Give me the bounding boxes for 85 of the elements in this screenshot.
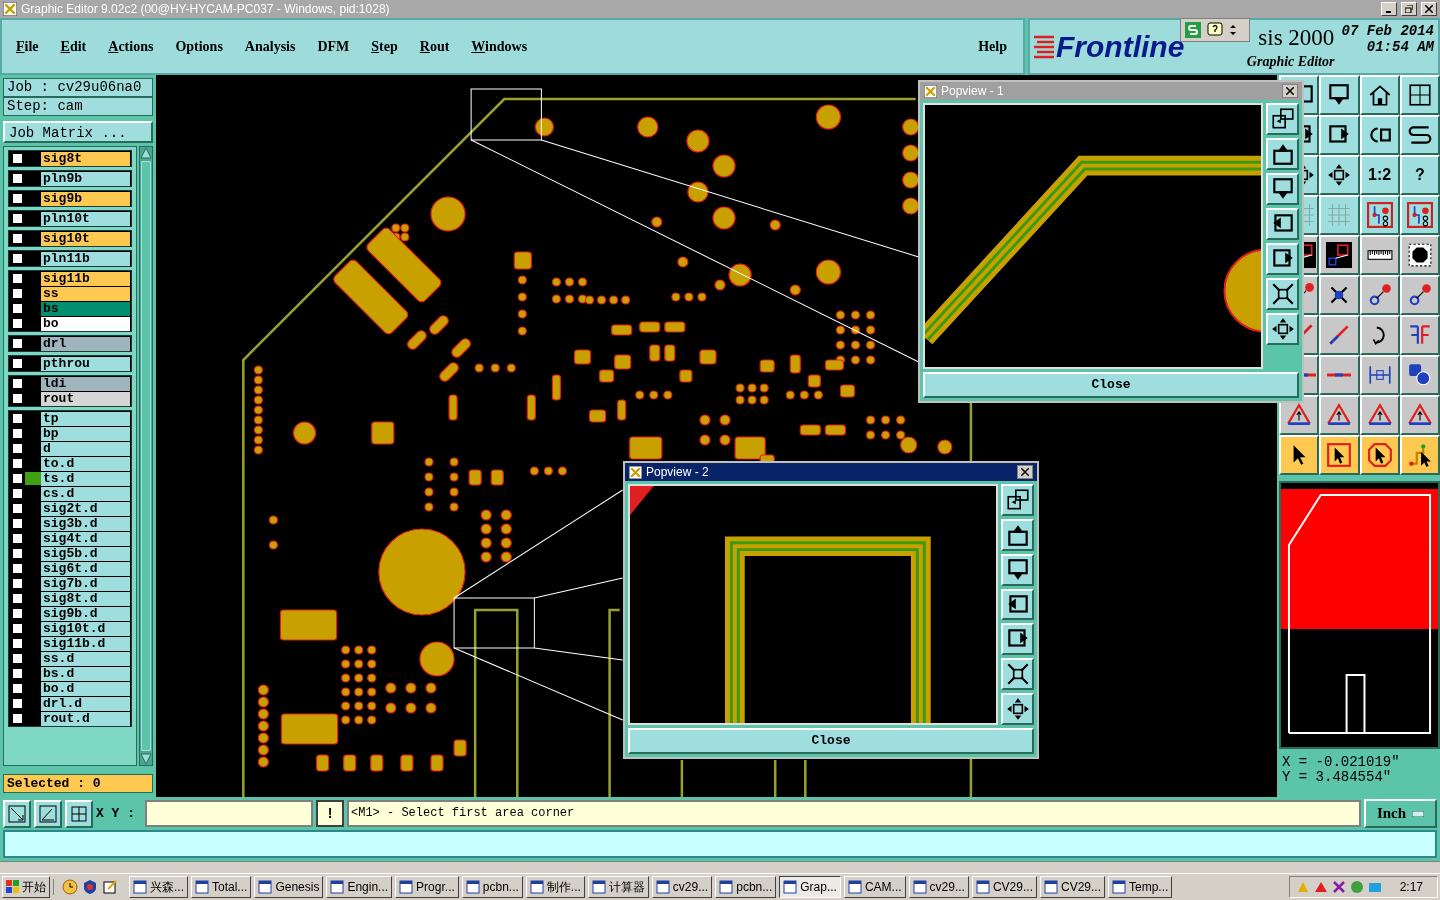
taskbar-item[interactable]: 兴森...	[129, 876, 188, 898]
layer-name[interactable]: sig3b.d	[41, 516, 130, 531]
layer-name[interactable]: ss.d	[41, 651, 130, 666]
layer-name[interactable]: to.d	[41, 456, 130, 471]
start-button[interactable]: 开始	[2, 876, 50, 898]
menu-item[interactable]: Step	[371, 36, 398, 57]
layer-name[interactable]: sig11b	[41, 271, 130, 286]
taskbar-item[interactable]: 制作...	[525, 876, 585, 898]
layer-name[interactable]: bp	[41, 426, 130, 441]
layer-name[interactable]: sig7b.d	[41, 576, 130, 591]
time-text: 01:54 AM	[1366, 39, 1434, 55]
job-matrix-button[interactable]: Job Matrix ...	[3, 121, 153, 143]
clock-text: 2:17	[1399, 879, 1423, 896]
layer-name[interactable]: pthrou	[41, 356, 130, 371]
layer-name[interactable]: bs	[41, 301, 130, 316]
menu-item[interactable]: Analysis	[244, 36, 296, 57]
layer-name[interactable]: ts.d	[41, 471, 130, 486]
xy-label: X Y :	[96, 804, 136, 823]
window-title: Popview - 1	[941, 83, 1005, 100]
layer-name[interactable]: sig4t.d	[41, 531, 130, 546]
prompt-message: <M1> - Select first area corner	[347, 800, 1361, 827]
job-name: Job : cv29u06na0	[3, 78, 153, 97]
layer-name[interactable]: sig6t.d	[41, 561, 130, 576]
taskbar-item[interactable]: Grap...	[779, 876, 841, 898]
taskbar-item[interactable]: 计算器	[587, 876, 649, 898]
taskbar-item[interactable]: cv29...	[651, 876, 713, 898]
layer-name[interactable]: sig5b.d	[41, 546, 130, 561]
x-coordinate: X = -0.021019"	[1282, 755, 1401, 770]
taskbar-item[interactable]: cv29...	[908, 876, 969, 898]
menu-item[interactable]: DFM	[317, 36, 350, 57]
layer-name[interactable]: rout.d	[41, 711, 130, 726]
menu-item[interactable]: Actions	[108, 36, 154, 57]
menu-item[interactable]: Windows	[471, 36, 528, 57]
taskbar-item[interactable]: CV29...	[1040, 876, 1105, 898]
window-title: Popview - 2	[646, 464, 710, 481]
layer-name[interactable]: bo	[41, 316, 130, 331]
layer-name[interactable]: pln11b	[41, 251, 130, 266]
layer-name[interactable]: drl.d	[41, 696, 130, 711]
window-title: Graphic Editor 9.02c2 (00@HY-HYCAM-PC037 - Windows, pid:1028)	[21, 1, 391, 18]
layer-name[interactable]: sig9b	[41, 191, 130, 206]
warning-button[interactable]: !	[316, 800, 344, 827]
close-button[interactable]: Close	[923, 372, 1299, 398]
date-text: 07 Feb 2014	[1341, 23, 1434, 39]
taskbar-item[interactable]: pcbn...	[715, 876, 777, 898]
layer-name[interactable]: sig10t	[41, 231, 130, 246]
taskbar-item[interactable]: Total...	[191, 876, 252, 898]
product-subtitle: Graphic Editor	[1246, 53, 1335, 71]
tool-button[interactable]: 1:2	[1359, 155, 1400, 195]
menu-item[interactable]: Help	[978, 36, 1007, 57]
layer-name[interactable]: d	[41, 441, 130, 456]
taskbar-item[interactable]: Engin...	[326, 876, 393, 898]
taskbar-item[interactable]: Temp...	[1108, 876, 1173, 898]
layer-name[interactable]: bs.d	[41, 666, 130, 681]
selected-count: Selected : 0	[3, 774, 153, 793]
menu-item[interactable]: File	[16, 36, 39, 57]
layer-name[interactable]: ldi	[41, 376, 130, 391]
step-name: Step: cam	[3, 97, 153, 116]
close-button[interactable]: Close	[628, 728, 1034, 754]
layer-name[interactable]: rout	[41, 391, 130, 406]
taskbar-item[interactable]: CAM...	[843, 876, 906, 898]
menu-item[interactable]: Rout	[419, 36, 450, 57]
layer-name[interactable]: sig2t.d	[41, 501, 130, 516]
logo-text: Frontline	[1056, 31, 1185, 62]
layer-name[interactable]: tp	[41, 411, 130, 426]
product-name: sis 2000	[1258, 25, 1335, 51]
y-coordinate: Y = 3.484554"	[1282, 770, 1393, 785]
layer-name[interactable]: sig8t	[41, 151, 130, 166]
layer-name[interactable]: bo.d	[41, 681, 130, 696]
layer-name[interactable]: sig10t.d	[41, 621, 130, 636]
taskbar-item[interactable]: CV29...	[971, 876, 1037, 898]
layer-name[interactable]: sig8t.d	[41, 591, 130, 606]
menu-item[interactable]: Edit	[60, 36, 87, 57]
taskbar-item[interactable]: pcbn...	[461, 876, 523, 898]
layer-name[interactable]: pln10t	[41, 211, 130, 226]
layer-name[interactable]: pln9b	[41, 171, 130, 186]
layer-name[interactable]: sig11b.d	[41, 636, 130, 651]
layer-name[interactable]: ss	[41, 286, 130, 301]
taskbar-item[interactable]: Progr...	[395, 876, 459, 898]
units-dropdown[interactable]: Inch	[1364, 799, 1437, 828]
menu-item[interactable]: Options	[175, 36, 223, 57]
taskbar-item[interactable]: Genesis	[254, 876, 324, 898]
layer-name[interactable]: drl	[41, 336, 130, 351]
layer-name[interactable]: cs.d	[41, 486, 130, 501]
tool-button[interactable]: ?	[1399, 155, 1440, 195]
layer-name[interactable]: sig9b.d	[41, 606, 130, 621]
